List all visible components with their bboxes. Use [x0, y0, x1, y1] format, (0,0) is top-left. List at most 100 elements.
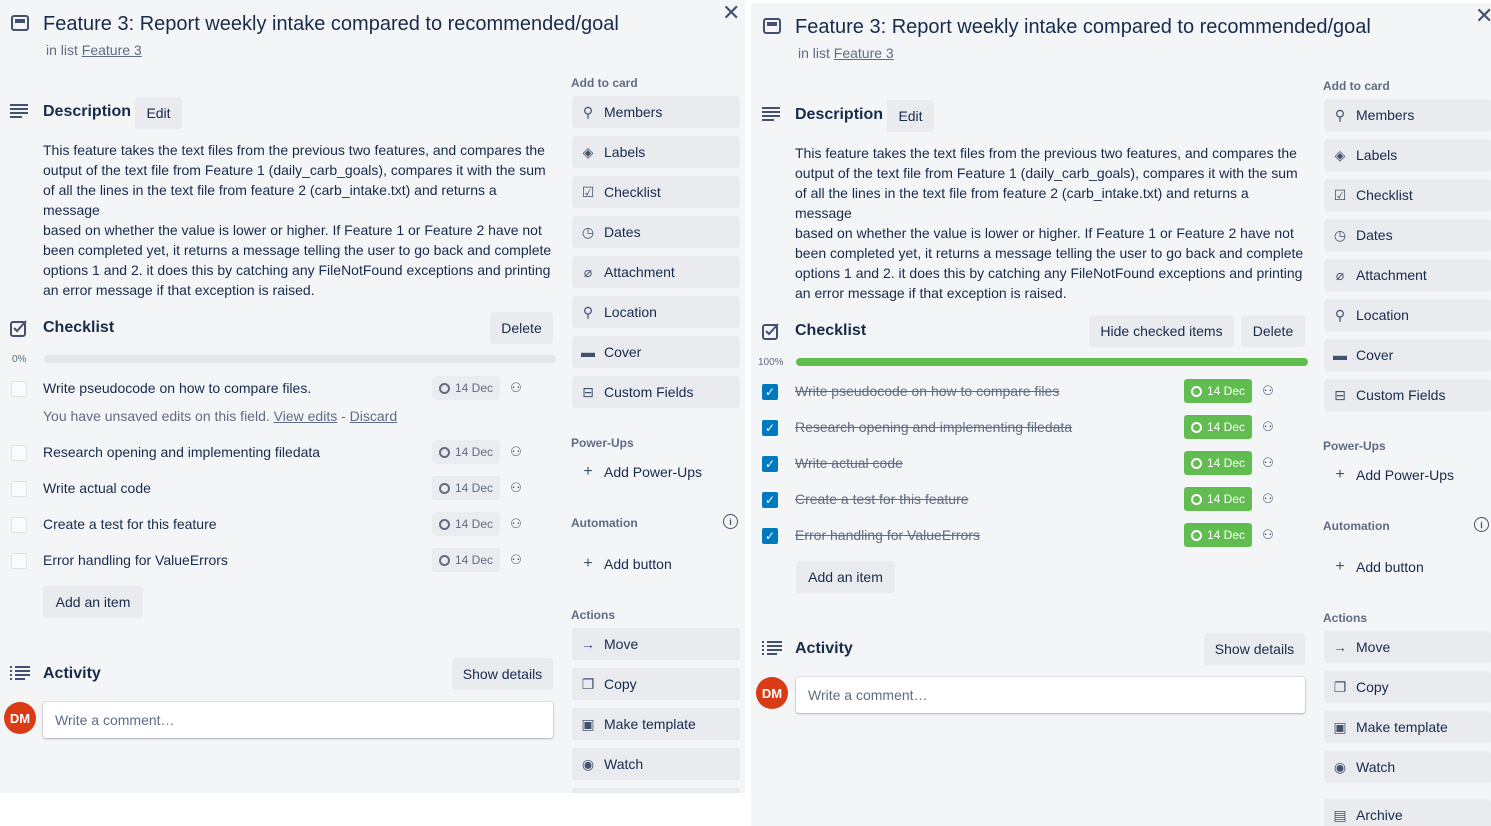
- due-date-badge[interactable]: 14 Dec: [432, 548, 501, 572]
- edit-description-button[interactable]: Edit: [135, 97, 182, 129]
- discard-link[interactable]: Discard: [350, 408, 397, 424]
- delete-checklist-button[interactable]: Delete: [490, 312, 553, 344]
- dates-button[interactable]: ◷ Dates: [1324, 219, 1491, 251]
- assign-member-icon[interactable]: ⚇: [504, 440, 528, 464]
- members-button[interactable]: ⚲ Members: [572, 96, 740, 128]
- checklist-item-text[interactable]: Error handling for ValueErrors: [795, 527, 980, 543]
- info-icon[interactable]: i: [1474, 517, 1489, 532]
- make-template-button[interactable]: ▣ Make template: [572, 708, 740, 740]
- checklist-item-text[interactable]: Create a test for this feature: [43, 516, 217, 532]
- cover-button[interactable]: ▬ Cover: [1324, 339, 1491, 371]
- due-date-badge-complete[interactable]: 14 Dec: [1184, 523, 1253, 547]
- attachment-button[interactable]: ⌀ Attachment: [572, 256, 740, 288]
- list-link[interactable]: Feature 3: [82, 42, 142, 58]
- add-power-ups-button[interactable]: + Add Power-Ups: [572, 456, 702, 488]
- description-line: output of the text file from Feature 1 (…: [795, 165, 1298, 181]
- checklist-item-text[interactable]: Create a test for this feature: [795, 491, 969, 507]
- checklist-item-text[interactable]: Error handling for ValueErrors: [43, 552, 228, 568]
- watch-button[interactable]: ◉ Watch: [572, 748, 740, 780]
- checklist-item-text[interactable]: Write pseudocode on how to compare files…: [43, 380, 311, 396]
- location-button[interactable]: ⚲ Location: [572, 296, 740, 328]
- card-title[interactable]: Feature 3: Report weekly intake compared…: [795, 16, 1371, 39]
- hide-checked-items-button[interactable]: Hide checked items: [1089, 315, 1234, 347]
- assign-member-icon[interactable]: ⚇: [504, 376, 528, 400]
- checklist-item-checkbox[interactable]: [11, 445, 27, 461]
- show-details-button[interactable]: Show details: [452, 658, 553, 690]
- avatar[interactable]: DM: [4, 702, 36, 734]
- move-button[interactable]: → Move: [572, 628, 740, 660]
- custom-fields-button[interactable]: ⊟ Custom Fields: [572, 376, 740, 408]
- make-template-button[interactable]: ▣ Make template: [1324, 711, 1491, 743]
- add-power-ups-button[interactable]: + Add Power-Ups: [1324, 459, 1454, 491]
- add-item-button[interactable]: Add an item: [43, 586, 143, 618]
- checklist-item-checkbox-checked[interactable]: ✓: [762, 456, 778, 472]
- assign-member-icon[interactable]: ⚇: [1256, 487, 1280, 511]
- checklist-heading[interactable]: Checklist: [795, 322, 866, 340]
- due-date-badge[interactable]: 14 Dec: [432, 512, 501, 536]
- comment-input[interactable]: Write a comment…: [43, 702, 553, 738]
- checklist-item-checkbox-checked[interactable]: ✓: [762, 492, 778, 508]
- checklist-heading[interactable]: Checklist: [43, 319, 114, 337]
- dates-button[interactable]: ◷ Dates: [572, 216, 740, 248]
- description-text[interactable]: This feature takes the text files from t…: [43, 140, 557, 300]
- checklist-item-checkbox[interactable]: [11, 553, 27, 569]
- add-automation-button[interactable]: + Add button: [572, 548, 671, 580]
- assign-member-icon[interactable]: ⚇: [1256, 523, 1280, 547]
- due-date-badge-complete[interactable]: 14 Dec: [1184, 415, 1253, 439]
- custom-fields-button[interactable]: ⊟ Custom Fields: [1324, 379, 1491, 411]
- list-link[interactable]: Feature 3: [834, 45, 894, 61]
- button-label: Members: [604, 104, 663, 120]
- checklist-item-text[interactable]: Write actual code: [795, 455, 903, 471]
- labels-button[interactable]: ◈ Labels: [1324, 139, 1491, 171]
- assign-member-icon[interactable]: ⚇: [1256, 379, 1280, 403]
- checklist-item-checkbox-checked[interactable]: ✓: [762, 528, 778, 544]
- due-date-badge-complete[interactable]: 14 Dec: [1184, 451, 1253, 475]
- copy-button[interactable]: ❐ Copy: [1324, 671, 1491, 703]
- cover-button[interactable]: ▬ Cover: [572, 336, 740, 368]
- edit-description-button[interactable]: Edit: [887, 100, 934, 132]
- add-item-button[interactable]: Add an item: [796, 561, 895, 593]
- location-button[interactable]: ⚲ Location: [1324, 299, 1491, 331]
- card-dialog-right: Feature 3: Report weekly intake compared…: [751, 3, 1491, 826]
- labels-button[interactable]: ◈ Labels: [572, 136, 740, 168]
- checklist-item-checkbox[interactable]: [11, 381, 27, 397]
- checklist-item-checkbox-checked[interactable]: ✓: [762, 420, 778, 436]
- checklist-item-text[interactable]: Write actual code: [43, 480, 151, 496]
- close-icon[interactable]: ✕: [1475, 3, 1491, 29]
- info-icon[interactable]: i: [723, 514, 738, 529]
- members-button[interactable]: ⚲ Members: [1324, 99, 1491, 131]
- card-title[interactable]: Feature 3: Report weekly intake compared…: [43, 13, 619, 36]
- assign-member-icon[interactable]: ⚇: [504, 512, 528, 536]
- assign-member-icon[interactable]: ⚇: [1256, 415, 1280, 439]
- move-button[interactable]: → Move: [1324, 631, 1491, 663]
- comment-input[interactable]: Write a comment…: [796, 677, 1305, 713]
- due-date-badge[interactable]: 14 Dec: [432, 476, 501, 500]
- checklist-item-text[interactable]: Research opening and implementing fileda…: [795, 419, 1072, 435]
- checklist-item-checkbox[interactable]: [11, 481, 27, 497]
- checklist-item-checkbox-checked[interactable]: ✓: [762, 384, 778, 400]
- assign-member-icon[interactable]: ⚇: [504, 548, 528, 572]
- attachment-button[interactable]: ⌀ Attachment: [1324, 259, 1491, 291]
- due-date-text: 14 Dec: [455, 553, 494, 567]
- due-date-badge[interactable]: 14 Dec: [432, 440, 501, 464]
- checklist-item-text[interactable]: Research opening and implementing fileda…: [43, 444, 320, 460]
- due-date-badge[interactable]: 14 Dec: [432, 376, 501, 400]
- checklist-item-text[interactable]: Write pseudocode on how to compare files: [795, 383, 1059, 399]
- add-automation-button[interactable]: + Add button: [1324, 551, 1423, 583]
- assign-member-icon[interactable]: ⚇: [1256, 451, 1280, 475]
- checklist-button[interactable]: ☑ Checklist: [572, 176, 740, 208]
- show-details-button[interactable]: Show details: [1204, 633, 1305, 665]
- close-icon[interactable]: ✕: [722, 0, 740, 26]
- description-text[interactable]: This feature takes the text files from t…: [795, 143, 1309, 303]
- delete-checklist-button[interactable]: Delete: [1241, 315, 1305, 347]
- copy-button[interactable]: ❐ Copy: [572, 668, 740, 700]
- watch-button[interactable]: ◉ Watch: [1324, 751, 1491, 783]
- assign-member-icon[interactable]: ⚇: [504, 476, 528, 500]
- checklist-item-checkbox[interactable]: [11, 517, 27, 533]
- view-edits-link[interactable]: View edits: [274, 408, 338, 424]
- checklist-button[interactable]: ☑ Checklist: [1324, 179, 1491, 211]
- due-date-badge-complete[interactable]: 14 Dec: [1184, 379, 1253, 403]
- archive-button[interactable]: ▤ Archive: [1324, 799, 1491, 826]
- due-date-badge-complete[interactable]: 14 Dec: [1184, 487, 1253, 511]
- avatar[interactable]: DM: [756, 677, 788, 709]
